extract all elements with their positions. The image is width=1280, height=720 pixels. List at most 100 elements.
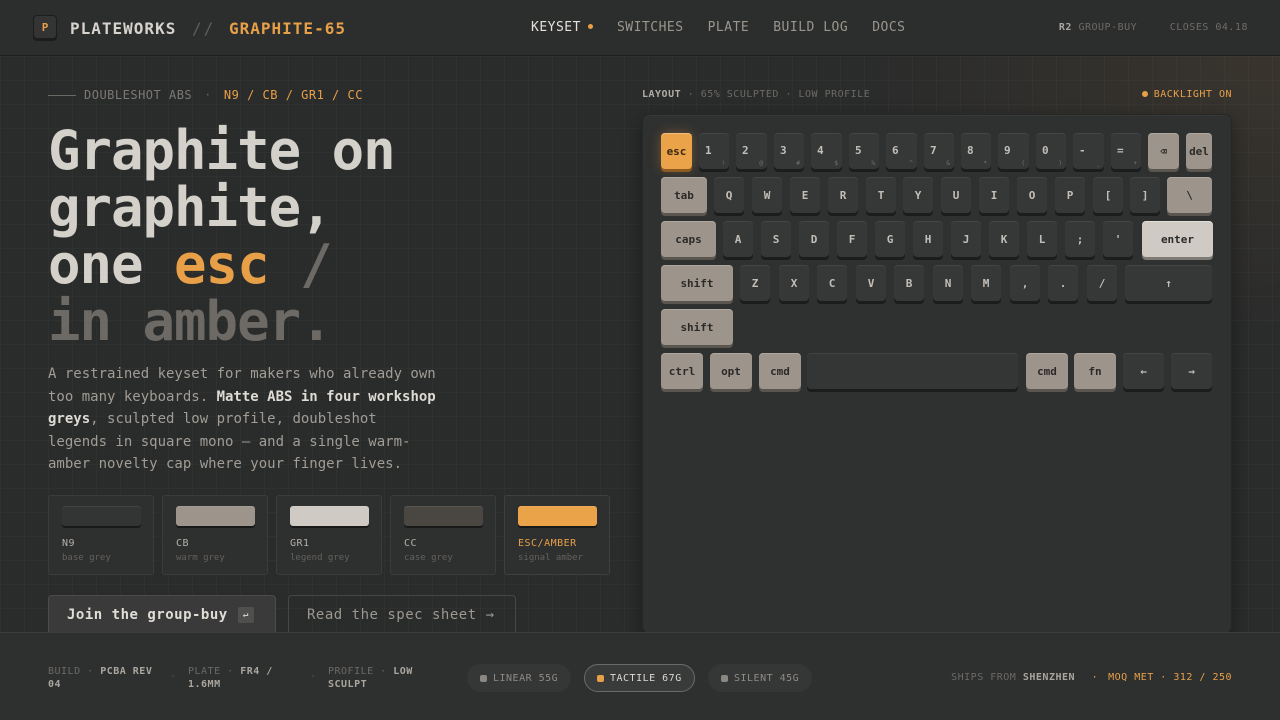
key-h[interactable]: H — [913, 221, 943, 257]
key-9[interactable]: 9( — [998, 133, 1029, 169]
key-6[interactable]: 6 ^ — [886, 133, 917, 169]
key-2[interactable]: 2 @ — [736, 133, 767, 169]
key-\[interactable]: \ — [1167, 177, 1212, 213]
swatch-chip — [518, 506, 597, 526]
key-1[interactable]: 1! — [699, 133, 729, 169]
eyebrow-rule — [48, 94, 76, 96]
key-m[interactable]: M — [971, 265, 1001, 301]
key-⌫[interactable]: ⌫ — [1148, 133, 1179, 169]
key-=[interactable]: = + — [1111, 133, 1141, 169]
key-;[interactable]: ; — [1065, 221, 1095, 257]
spec-build: BUILD · PCBA REV 04 — [48, 665, 163, 691]
key-s[interactable]: S — [761, 221, 791, 257]
key-u[interactable]: U — [941, 177, 971, 213]
switch-tactile-pill[interactable]: TACTILE 67G — [584, 664, 695, 692]
eyebrow-codes: N9 / CB / GR1 / CC — [223, 88, 363, 102]
key-,[interactable]: , — [1010, 265, 1040, 301]
key-3[interactable]: 3 # — [774, 133, 804, 169]
key-shift[interactable]: shift — [661, 265, 733, 301]
switch-linear-pill[interactable]: LINEAR 55G — [467, 664, 572, 692]
nav-link-switches[interactable]: SWITCHES — [617, 20, 684, 35]
eyebrow-material: DOUBLESHOT ABS — [84, 88, 193, 102]
key-ctrl[interactable]: ctrl — [661, 353, 703, 389]
key-x[interactable]: X — [779, 265, 809, 301]
backlight-toggle[interactable]: BACKLIGHT ON — [1141, 89, 1232, 100]
swatch-code: GR1 — [290, 538, 310, 549]
key-c[interactable]: C — [817, 265, 847, 301]
key-b[interactable]: B — [894, 265, 924, 301]
key-'[interactable]: ' — [1103, 221, 1133, 257]
key-a[interactable]: A — [723, 221, 753, 257]
key-cmd[interactable]: cmd — [759, 353, 801, 389]
key-←[interactable]: ← — [1123, 353, 1164, 389]
key-legend: 5 — [855, 144, 862, 157]
key-del[interactable]: del — [1186, 133, 1212, 169]
key-4[interactable]: 4 $ — [811, 133, 842, 169]
key-fn[interactable]: fn — [1074, 353, 1116, 389]
backlight-label: BACKLIGHT ON — [1153, 89, 1232, 100]
swatch-sub: signal amber — [518, 553, 584, 563]
key-g[interactable]: G — [875, 221, 905, 257]
layout-title: LAYOUT — [642, 89, 682, 100]
key-j[interactable]: J — [951, 221, 981, 257]
key-caps[interactable]: caps — [661, 221, 716, 257]
key-→[interactable]: → — [1171, 353, 1212, 389]
key-.[interactable]: . — [1048, 265, 1078, 301]
swatch-cc[interactable]: CC case grey — [390, 495, 496, 575]
nav-link-build-log[interactable]: BUILD LOG — [773, 20, 848, 35]
key-o[interactable]: O — [1017, 177, 1047, 213]
key-space[interactable] — [807, 353, 1018, 389]
logo-icon[interactable]: P — [33, 15, 57, 39]
key-0[interactable]: 0) — [1036, 133, 1066, 169]
key-d[interactable]: D — [799, 221, 829, 257]
key-tab[interactable]: tab — [661, 177, 707, 213]
key-esc[interactable]: esc — [661, 133, 692, 169]
nav-link-keyset[interactable]: KEYSET — [531, 20, 593, 35]
key-z[interactable]: Z — [740, 265, 770, 301]
nav-link-docs[interactable]: DOCS — [872, 20, 905, 35]
key-cmd[interactable]: cmd — [1026, 353, 1068, 389]
eyebrow: DOUBLESHOT ABS · N9 / CB / GR1 / CC — [48, 88, 363, 102]
key-r[interactable]: R — [828, 177, 858, 213]
key-q[interactable]: Q — [714, 177, 744, 213]
key-[[interactable]: [ — [1093, 177, 1123, 213]
switch-silent-pill[interactable]: SILENT 45G — [708, 664, 813, 692]
key-shift-legend: _ — [1096, 160, 1100, 167]
key-shift-legend: ! — [721, 160, 725, 167]
key-enter[interactable]: enter — [1142, 221, 1213, 257]
key-f[interactable]: F — [837, 221, 867, 257]
swatch-gr1[interactable]: GR1 legend grey — [276, 495, 382, 575]
brand-name[interactable]: PLATEWORKS — [70, 19, 176, 38]
layout-label: LAYOUT · 65% SCULPTED · LOW PROFILE — [642, 89, 870, 100]
key-/[interactable]: / — [1087, 265, 1117, 301]
key-w[interactable]: W — [752, 177, 782, 213]
key-][interactable]: ] — [1130, 177, 1160, 213]
key-8[interactable]: 8 * — [961, 133, 991, 169]
key--[interactable]: - _ — [1073, 133, 1104, 169]
swatch-code: CC — [404, 538, 418, 549]
join-group-buy-button[interactable]: Join the group-buy ↵ — [48, 595, 276, 635]
key-legend: 2 — [742, 144, 749, 157]
key-k[interactable]: K — [989, 221, 1019, 257]
headline-line-3a: one — [48, 233, 175, 296]
swatch-esc-amber[interactable]: ESC/AMBER signal amber — [504, 495, 610, 575]
key-p[interactable]: P — [1055, 177, 1085, 213]
key-i[interactable]: I — [979, 177, 1009, 213]
key-v[interactable]: V — [856, 265, 886, 301]
key-legend: 3 — [780, 144, 787, 157]
read-spec-sheet-button[interactable]: Read the spec sheet → — [288, 595, 516, 635]
key-e[interactable]: E — [790, 177, 820, 213]
swatch-cb[interactable]: CB warm grey — [162, 495, 268, 575]
key-7[interactable]: 7 & — [924, 133, 954, 169]
key-opt[interactable]: opt — [710, 353, 752, 389]
key-n[interactable]: N — [933, 265, 963, 301]
key-y[interactable]: Y — [903, 177, 933, 213]
key-↑[interactable]: ↑ — [1125, 265, 1212, 301]
key-t[interactable]: T — [866, 177, 896, 213]
key-5[interactable]: 5% — [849, 133, 879, 169]
key-l[interactable]: L — [1027, 221, 1057, 257]
key-shift[interactable]: shift — [661, 309, 733, 345]
group-buy-status: R2 GROUP-BUY CLOSES 04.18 — [1059, 22, 1248, 33]
nav-link-plate[interactable]: PLATE — [708, 20, 750, 35]
swatch-n9[interactable]: N9 base grey — [48, 495, 154, 575]
